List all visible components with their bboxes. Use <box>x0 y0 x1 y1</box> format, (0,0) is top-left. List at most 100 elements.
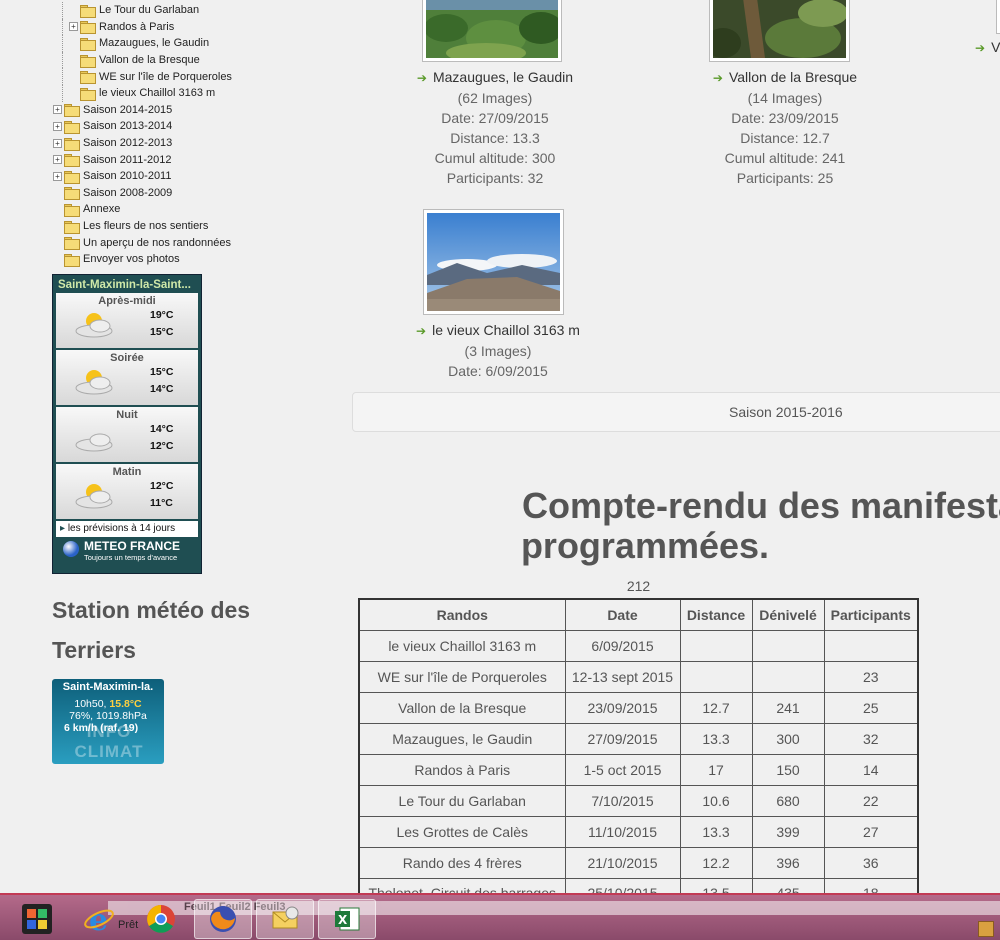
tree-item-label[interactable]: Randos à Paris <box>99 21 174 33</box>
album-title[interactable]: ➔ Vallon de la Bresque <box>690 67 880 88</box>
album-title[interactable]: ➔ le vieux Chaillol 3163 m <box>398 320 598 341</box>
album-thumb-mazaugues[interactable] <box>422 0 563 63</box>
folder-icon <box>64 253 80 267</box>
table-row: Vallon de la Bresque 23/09/2015 12.7 241 25 <box>358 691 919 724</box>
expand-icon[interactable]: + <box>53 121 62 131</box>
table-cell <box>679 660 753 693</box>
album-distance: Distance: 13.3 <box>450 130 540 146</box>
infoclimat-temp: 15.8°C <box>109 698 142 710</box>
mountain-photo <box>427 213 560 311</box>
excel-button[interactable]: X <box>318 899 376 939</box>
album-name[interactable]: V <box>991 39 1000 55</box>
folder-icon <box>64 237 80 251</box>
internet-explorer-button[interactable]: e <box>70 899 128 939</box>
column-header: Randos <box>358 598 566 631</box>
tree-item-label[interactable]: Saison 2012-2013 <box>83 137 172 149</box>
tree-item[interactable]: Les fleurs de nos sentiers <box>52 218 252 235</box>
meteo-france-logo[interactable]: METEO FRANCE Toujours un temps d'avance <box>56 537 198 562</box>
album-cumul: Cumul altitude: 241 <box>724 150 846 166</box>
album-date: Date: 6/09/2015 <box>448 363 548 379</box>
tree-item[interactable]: + Saison 2011-2012 <box>52 151 252 168</box>
tree-item[interactable]: + Saison 2010-2011 <box>52 168 252 185</box>
tree-item-label[interactable]: Vallon de la Bresque <box>99 54 200 66</box>
table-cell: 1-5 oct 2015 <box>564 753 681 786</box>
tree-item-label[interactable]: Annexe <box>83 203 120 215</box>
tree-item[interactable]: le vieux Chaillol 3163 m <box>52 84 252 102</box>
table-cell: Randos à Paris <box>358 753 566 786</box>
tree-item[interactable]: + Saison 2013-2014 <box>52 118 252 135</box>
folder-icon <box>80 87 96 101</box>
album-thumb-chaillol[interactable] <box>423 209 564 315</box>
forest-photo <box>705 0 848 58</box>
tree-item[interactable]: Mazaugues, le Gaudin <box>52 35 252 52</box>
tree-item[interactable]: Un aperçu de nos randonnées <box>52 234 252 251</box>
grid-icon[interactable] <box>978 921 994 937</box>
table-cell: WE sur l'île de Porqueroles <box>358 660 566 693</box>
album-thumb-edge[interactable] <box>996 0 1000 34</box>
tree-item-label[interactable]: Saison 2008-2009 <box>83 187 172 199</box>
table-row: Mazaugues, le Gaudin 27/09/2015 13.3 300 32 <box>358 722 919 755</box>
album-thumb-vallon[interactable] <box>705 0 850 62</box>
tree-item[interactable]: Envoyer vos photos <box>52 251 252 268</box>
outlook-button[interactable] <box>256 899 314 939</box>
meteo-title[interactable]: Saint-Maximin-la-Saint... <box>56 278 198 293</box>
tree-item-label[interactable]: Mazaugues, le Gaudin <box>99 37 209 49</box>
tree-item-label[interactable]: Saison 2013-2014 <box>83 120 172 132</box>
tree-item-label[interactable]: Saison 2010-2011 <box>83 170 171 182</box>
infoclimat-widget[interactable]: Saint-Maximin-la. 10h50, 15.8°C 76%, 101… <box>52 679 164 764</box>
column-header: Participants <box>823 598 919 631</box>
tree-item[interactable]: WE sur l'île de Porqueroles <box>52 68 252 85</box>
table-cell: Mazaugues, le Gaudin <box>358 722 566 755</box>
chrome-button[interactable] <box>132 899 190 939</box>
sun-cloud-icon <box>75 370 113 395</box>
count-label: 212 <box>626 578 651 594</box>
expand-icon[interactable]: + <box>53 155 62 165</box>
forecast-14-days-link[interactable]: les prévisions à 14 jours <box>56 521 198 537</box>
tree-item[interactable]: Le Tour du Garlaban <box>52 2 252 19</box>
table-row: WE sur l'île de Porqueroles 12-13 sept 20… <box>358 660 919 693</box>
puzzle-app-button[interactable] <box>8 899 66 939</box>
meteo-temp-min: 11°C <box>150 497 173 509</box>
tree-item[interactable]: Saison 2008-2009 <box>52 185 252 202</box>
table-cell: 17 <box>679 753 753 786</box>
report-title-line2: programmées. <box>520 525 770 566</box>
expand-icon[interactable]: + <box>53 138 62 148</box>
tree-item-label[interactable]: Un aperçu de nos randonnées <box>83 237 231 249</box>
table-cell: 21/10/2015 <box>564 846 681 879</box>
firefox-button[interactable] <box>194 899 252 939</box>
expand-icon[interactable]: + <box>53 171 62 181</box>
tree-item-label[interactable]: le vieux Chaillol 3163 m <box>99 87 215 99</box>
report-title-line1: Compte-rendu des manifesta <box>521 485 1000 526</box>
tree-item[interactable]: Annexe <box>52 201 252 218</box>
table-cell: 13.3 <box>679 815 753 848</box>
tree-item-label[interactable]: Saison 2014-2015 <box>83 104 172 116</box>
meteo-widget: Saint-Maximin-la-Saint... Après-midi 19°C… <box>52 274 202 574</box>
tree-item-label[interactable]: Envoyer vos photos <box>83 253 180 265</box>
table-cell: 241 <box>751 691 825 724</box>
tree-item-label[interactable]: Les fleurs de nos sentiers <box>83 220 208 232</box>
tree-item-label[interactable]: Saison 2011-2012 <box>83 154 171 166</box>
table-cell: 300 <box>751 722 825 755</box>
tree-item[interactable]: Vallon de la Bresque <box>52 51 252 69</box>
table-cell: 680 <box>751 784 825 817</box>
album-name[interactable]: Mazaugues, le Gaudin <box>433 69 573 85</box>
table-cell <box>751 629 825 662</box>
album-name[interactable]: le vieux Chaillol 3163 m <box>432 322 580 338</box>
tree-item-label[interactable]: WE sur l'île de Porqueroles <box>99 71 232 83</box>
arrow-right-icon: ➔ <box>416 324 427 338</box>
album-distance: Distance: 12.7 <box>740 130 830 146</box>
meteo-temp-max: 19°C <box>150 309 174 321</box>
tree-item-label[interactable]: Le Tour du Garlaban <box>99 4 199 16</box>
table-cell: 6/09/2015 <box>564 629 681 662</box>
tree-item[interactable]: + Randos à Paris <box>52 18 252 36</box>
tree-item[interactable]: + Saison 2012-2013 <box>52 135 252 152</box>
album-name[interactable]: Vallon de la Bresque <box>729 69 857 85</box>
expand-icon[interactable]: + <box>69 22 78 32</box>
meteo-temp-min: 12°C <box>150 440 174 452</box>
season-button[interactable]: Saison 2015-2016 <box>352 392 1000 432</box>
folder-icon <box>80 21 96 35</box>
album-title[interactable]: ➔ Mazaugues, le Gaudin <box>400 67 590 88</box>
expand-icon[interactable]: + <box>53 105 62 115</box>
table-cell: 36 <box>823 846 919 879</box>
tree-item[interactable]: + Saison 2014-2015 <box>52 102 252 119</box>
